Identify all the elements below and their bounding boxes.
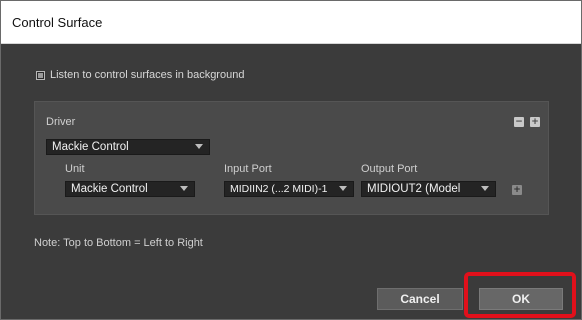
unit-select-value: Mackie Control	[71, 183, 148, 195]
unit-select[interactable]: Mackie Control	[65, 181, 195, 197]
background-listen-label: Listen to control surfaces in background	[50, 69, 245, 81]
chevron-down-icon	[481, 186, 489, 191]
add-unit-button[interactable]: +	[512, 185, 522, 195]
window-title: Control Surface	[12, 15, 103, 30]
title-bar: Control Surface	[1, 1, 581, 44]
input-port-select[interactable]: MIDIIN2 (...2 MIDI)-1	[224, 181, 354, 197]
driver-panel: Driver Mackie Control − + Unit Input Por…	[34, 101, 549, 215]
driver-select-value: Mackie Control	[52, 141, 129, 153]
remove-driver-button[interactable]: −	[514, 117, 524, 127]
background-listen-option[interactable]: Listen to control surfaces in background	[36, 68, 244, 82]
checkbox-checked-mark	[38, 72, 43, 78]
ok-button-highlight	[464, 272, 576, 318]
background-listen-checkbox[interactable]	[36, 70, 45, 80]
output-port-column-label: Output Port	[361, 163, 418, 175]
control-surface-dialog: Control Surface Listen to control surfac…	[0, 0, 582, 320]
input-port-select-value: MIDIIN2 (...2 MIDI)-1	[230, 183, 328, 195]
driver-select[interactable]: Mackie Control	[46, 139, 210, 155]
input-port-column-label: Input Port	[224, 163, 272, 175]
cancel-button[interactable]: Cancel	[377, 288, 463, 310]
add-driver-button[interactable]: +	[530, 117, 540, 127]
output-port-select[interactable]: MIDIOUT2 (Model	[361, 181, 496, 197]
unit-column-label: Unit	[65, 163, 85, 175]
output-port-select-value: MIDIOUT2 (Model	[367, 183, 461, 195]
chevron-down-icon	[180, 186, 188, 191]
driver-label: Driver	[46, 116, 76, 128]
chevron-down-icon	[195, 144, 203, 149]
chevron-down-icon	[339, 186, 347, 191]
note-text: Note: Top to Bottom = Left to Right	[34, 237, 203, 249]
